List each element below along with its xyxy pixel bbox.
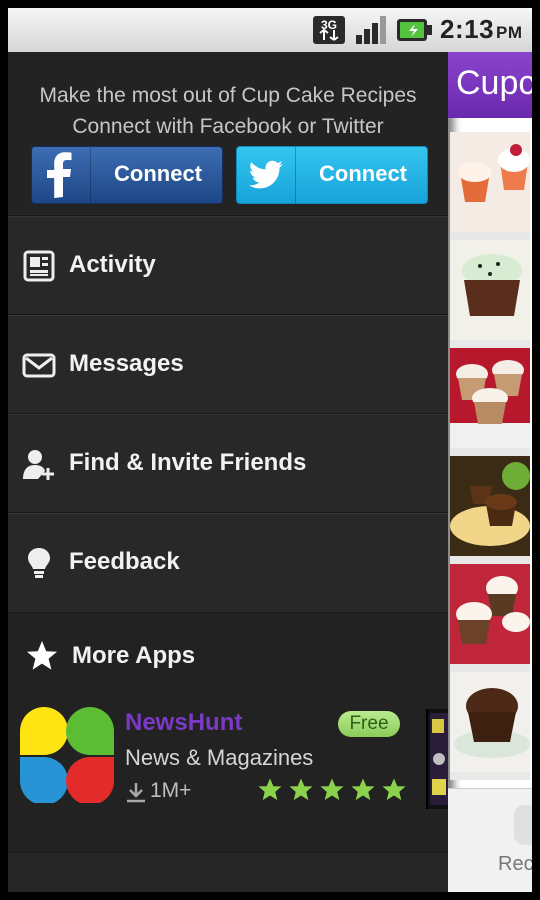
facebook-connect-label: Connect xyxy=(114,161,202,186)
app-header: Cupc xyxy=(448,52,532,118)
cupcake-photo xyxy=(450,348,530,448)
menu-item-messages[interactable]: Messages xyxy=(8,314,448,413)
rating-star-icon xyxy=(320,778,344,801)
phone-screen: 3G 2:13 PM Make the most out of Cup Cake … xyxy=(8,8,532,892)
newspaper-icon xyxy=(23,250,55,282)
app-category: News & Magazines xyxy=(125,745,314,770)
star-icon xyxy=(27,641,57,670)
recipe-thumbnail[interactable] xyxy=(450,672,530,780)
twitter-connect-label: Connect xyxy=(319,161,407,186)
app-promo-card[interactable]: NewsHunt Free News & Magazines 1M+ xyxy=(8,703,418,813)
recipe-thumbnail[interactable] xyxy=(450,456,530,564)
battery-charging-icon xyxy=(397,19,432,41)
twitter-connect-button[interactable]: Connect xyxy=(236,146,428,204)
next-app-preview[interactable] xyxy=(426,709,450,809)
facebook-connect-button[interactable]: Connect xyxy=(31,146,223,204)
add-friend-icon xyxy=(23,450,54,480)
menu-item-find-invite-friends[interactable]: Find & Invite Friends xyxy=(8,413,448,512)
facebook-icon xyxy=(47,147,91,203)
rating-stars xyxy=(258,778,406,801)
cupcake-photo xyxy=(450,564,530,664)
promo-subtext: Connect with Facebook or Twitter xyxy=(72,115,384,138)
lightbulb-icon xyxy=(28,548,50,578)
cupcake-photo xyxy=(450,240,530,340)
navigation-drawer: Make the most out of Cup Cake Recipes Co… xyxy=(8,52,450,892)
app-title: Cupc xyxy=(456,64,532,102)
signal-strength-icon xyxy=(356,16,386,44)
newshunt-logo xyxy=(20,707,114,803)
bottom-tab-label[interactable]: Rec xyxy=(498,853,532,876)
cupcake-photo xyxy=(450,456,530,556)
network-3g-icon: 3G xyxy=(313,16,345,44)
menu-item-label: Activity xyxy=(69,251,156,278)
recipe-thumbnail[interactable] xyxy=(450,132,530,240)
menu-item-activity[interactable]: Activity xyxy=(8,215,448,314)
rating-star-icon xyxy=(351,778,375,801)
recipe-thumbnail[interactable] xyxy=(450,348,530,456)
status-bar: 3G 2:13 PM xyxy=(8,8,532,52)
cupcake-photo xyxy=(450,672,530,772)
menu-item-label: Feedback xyxy=(69,548,180,575)
download-icon xyxy=(127,783,145,803)
promo-text: Make the most out of Cup Cake Recipes xyxy=(39,84,417,107)
envelope-icon xyxy=(22,353,56,378)
menu-item-feedback[interactable]: Feedback xyxy=(8,512,448,611)
more-apps-section: More Apps NewsHunt Free News & Magazines… xyxy=(8,612,450,853)
drawer-footer xyxy=(8,852,448,892)
recipe-thumbnail[interactable] xyxy=(450,240,530,348)
price-badge: Free xyxy=(338,711,400,737)
cupcake-photo xyxy=(450,132,530,232)
rating-star-icon xyxy=(382,778,406,801)
download-count: 1M+ xyxy=(150,779,192,802)
bottom-action-bar: Rec xyxy=(448,788,532,892)
menu-item-label: Messages xyxy=(69,350,184,377)
app-thumbnail-icon xyxy=(430,713,448,805)
more-apps-heading: More Apps xyxy=(72,642,196,669)
social-connect-section: Make the most out of Cup Cake Recipes Co… xyxy=(8,52,448,214)
rating-star-icon xyxy=(289,778,313,801)
recipes-list-screen: Cupc Rec xyxy=(448,52,532,892)
recipe-icon xyxy=(514,805,532,845)
rating-star-icon xyxy=(258,778,282,801)
recipe-thumbnail[interactable] xyxy=(450,564,530,672)
clock: 2:13 PM xyxy=(440,14,523,44)
twitter-bird-icon xyxy=(248,147,296,203)
menu-item-label: Find & Invite Friends xyxy=(69,449,307,476)
app-name: NewsHunt xyxy=(125,709,243,736)
